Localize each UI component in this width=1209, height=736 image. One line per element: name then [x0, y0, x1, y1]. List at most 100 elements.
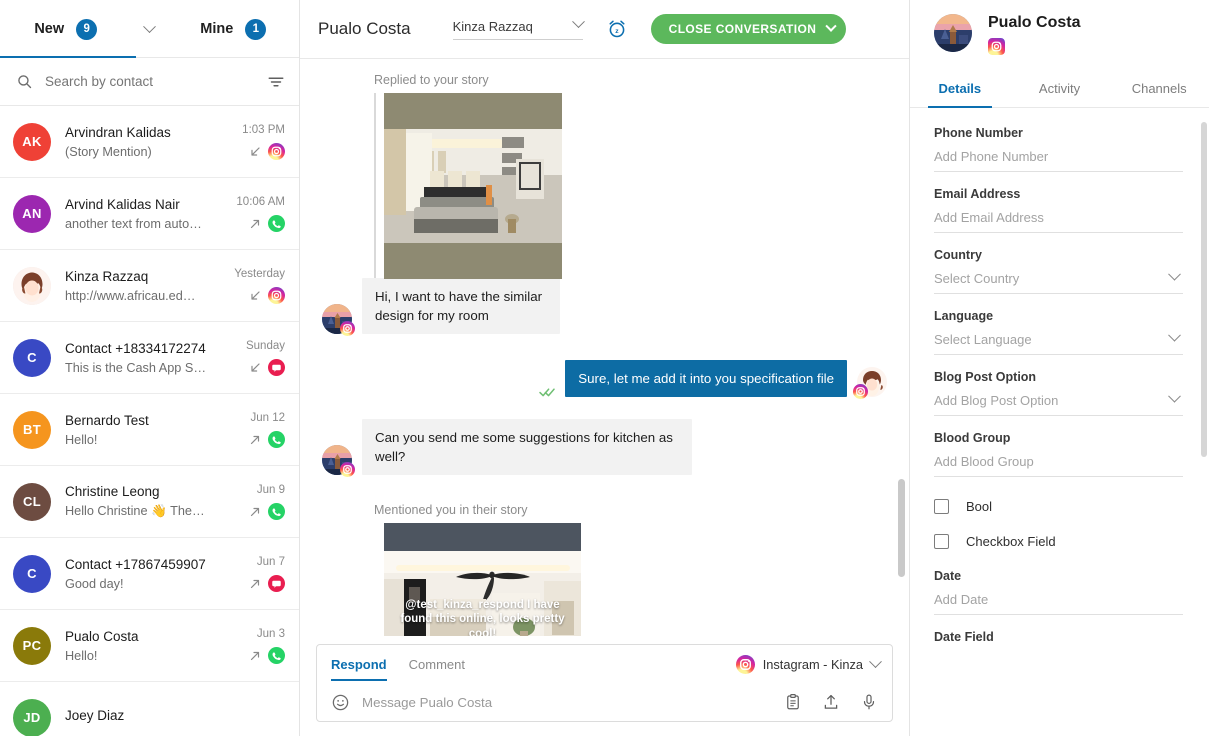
message-bubble[interactable]: Sure, let me add it into you specificati…	[565, 360, 847, 397]
filter-icon[interactable]	[267, 73, 285, 91]
blood-group-input[interactable]	[934, 454, 1183, 469]
whatsapp-icon	[268, 430, 285, 448]
conversation-meta: 10:06 AM	[221, 196, 285, 232]
message-row-outgoing: Sure, let me add it into you specificati…	[322, 360, 887, 399]
chevron-down-icon[interactable]	[1168, 267, 1181, 281]
field-bool: Bool	[934, 499, 1183, 514]
chevron-down-icon[interactable]	[1168, 389, 1181, 403]
channel-select[interactable]: Instagram - Kinza	[735, 654, 882, 674]
conversation-panel: Pualo Costa Kinza Razzaq z CLOSE CONVERS…	[300, 0, 910, 736]
tab-details[interactable]: Details	[910, 71, 1010, 108]
chevron-down-icon	[571, 15, 585, 29]
conversation-text: Contact +17867459907 Good day!	[65, 557, 207, 591]
field-country: Country	[934, 248, 1183, 294]
avatar	[934, 14, 972, 52]
tab-activity[interactable]: Activity	[1010, 71, 1110, 107]
outgoing-arrow-icon	[249, 433, 261, 445]
conversation-item[interactable]: AN Arvind Kalidas Nair another text from…	[0, 178, 299, 250]
tab-channels[interactable]: Channels	[1109, 71, 1209, 107]
avatar-initials: AK	[22, 134, 42, 149]
conversation-item[interactable]: AK Arvindran Kalidas (Story Mention) 1:0…	[0, 106, 299, 178]
message-list-scrollbar[interactable]	[898, 479, 905, 577]
conversation-item[interactable]: C Contact +17867459907 Good day! Jun 7	[0, 538, 299, 610]
assignee-label: Kinza Razzaq	[452, 18, 533, 34]
conversation-snippet: This is the Cash App SM…	[65, 360, 207, 375]
avatar: BT	[13, 410, 51, 449]
conversation-snippet: Hello Christine 👋 The is…	[65, 504, 207, 518]
chevron-down-icon[interactable]	[1168, 328, 1181, 342]
avatar: C	[13, 338, 51, 377]
tab-active-indicator	[0, 55, 136, 58]
conversation-item[interactable]: JD Joey Diaz	[0, 682, 299, 736]
conversation-name: Contact +18334172274	[65, 340, 206, 356]
date-input[interactable]	[934, 592, 1183, 607]
email-address-input[interactable]	[934, 210, 1183, 225]
field-email-address: Email Address	[934, 187, 1183, 233]
emoji-smiley-icon[interactable]	[331, 693, 350, 712]
contact-fields[interactable]: Phone Number Email Address Country	[910, 108, 1209, 736]
conversation-snippet: (Story Mention)	[65, 144, 152, 159]
conversation-list[interactable]: AK Arvindran Kalidas (Story Mention) 1:0…	[0, 106, 299, 736]
upload-attachment-icon[interactable]	[822, 693, 840, 711]
search-input[interactable]	[45, 74, 255, 89]
avatar-initials: PC	[22, 638, 42, 653]
assignee-select[interactable]: Kinza Razzaq	[452, 15, 585, 40]
field-label: Bool	[966, 499, 993, 514]
conversation-text: Pualo Costa Hello!	[65, 629, 207, 663]
tab-comment[interactable]: Comment	[409, 647, 465, 681]
avatar-initials: C	[27, 566, 37, 581]
bool-checkbox[interactable]	[934, 499, 949, 514]
message-bubble[interactable]: Can you send me some suggestions for kit…	[362, 419, 692, 475]
phone-number-input[interactable]	[934, 149, 1183, 164]
conversation-name: Arvindran Kalidas	[65, 124, 171, 140]
contact-header: Pualo Costa	[910, 0, 1209, 55]
story-image[interactable]: @test_kinza_respond I have found this on…	[384, 523, 581, 636]
conversation-badges	[249, 142, 285, 160]
tab-new[interactable]: New 9	[0, 0, 132, 58]
avatar-initials: AN	[22, 206, 42, 221]
language-select[interactable]	[934, 332, 1170, 347]
inbox-tabs: New 9 Mine 1	[0, 0, 299, 58]
composer-input-row	[317, 683, 892, 721]
instagram-icon	[988, 38, 1005, 55]
blog-post-option-select[interactable]	[934, 393, 1170, 408]
conversation-text: Arvindran Kalidas (Story Mention)	[65, 125, 207, 159]
tab-mine[interactable]: Mine 1	[168, 0, 300, 58]
contact-tabs: Details Activity Channels	[910, 71, 1209, 108]
contact-details-panel: Pualo Costa Details Activity Channels Ph…	[910, 0, 1209, 736]
sms-icon	[268, 358, 285, 376]
message-composer: Respond Comment Instagram - Kinza	[316, 644, 893, 722]
avatar	[13, 266, 51, 305]
channel-select-label: Instagram - Kinza	[762, 656, 863, 672]
snooze-alarm-icon[interactable]: z	[605, 17, 629, 41]
story-mention-block: @test_kinza_respond I have found this on…	[374, 523, 887, 636]
message-row-incoming: Can you send me some suggestions for kit…	[322, 419, 887, 477]
conversation-meta: Jun 9	[221, 484, 285, 520]
conversation-badges	[249, 430, 285, 448]
close-conversation-button[interactable]: CLOSE CONVERSATION	[650, 14, 847, 44]
conversation-item[interactable]: PC Pualo Costa Hello! Jun 3	[0, 610, 299, 682]
conversation-item[interactable]: BT Bernardo Test Hello! Jun 12	[0, 394, 299, 466]
inbox-dropdown-button[interactable]	[132, 19, 168, 34]
message-list[interactable]: Replied to your story Hi, I want to have…	[300, 59, 909, 636]
canned-response-clipboard-icon[interactable]	[784, 693, 802, 711]
svg-text:z: z	[615, 28, 619, 35]
tab-respond[interactable]: Respond	[331, 647, 387, 681]
conversation-item[interactable]: Kinza Razzaq http://www.africau.ed… Yest…	[0, 250, 299, 322]
conversation-snippet: Hello!	[65, 432, 98, 447]
message-input[interactable]	[362, 694, 772, 710]
instagram-icon	[340, 321, 355, 336]
close-conversation-dropdown[interactable]	[816, 14, 846, 44]
contact-details-scrollbar[interactable]	[1201, 122, 1207, 457]
microphone-icon[interactable]	[860, 693, 878, 711]
conversation-text: Christine Leong Hello Christine 👋 The is…	[65, 484, 207, 519]
conversation-item[interactable]: CL Christine Leong Hello Christine 👋 The…	[0, 466, 299, 538]
story-image[interactable]	[384, 93, 562, 279]
field-label: Blog Post Option	[934, 370, 1037, 384]
checkbox-field-checkbox[interactable]	[934, 534, 949, 549]
message-bubble[interactable]: Hi, I want to have the similar design fo…	[362, 278, 560, 334]
conversation-snippet: Good day!	[65, 576, 124, 591]
conversation-item[interactable]: C Contact +18334172274 This is the Cash …	[0, 322, 299, 394]
search-bar	[0, 58, 299, 106]
country-select[interactable]	[934, 271, 1170, 286]
